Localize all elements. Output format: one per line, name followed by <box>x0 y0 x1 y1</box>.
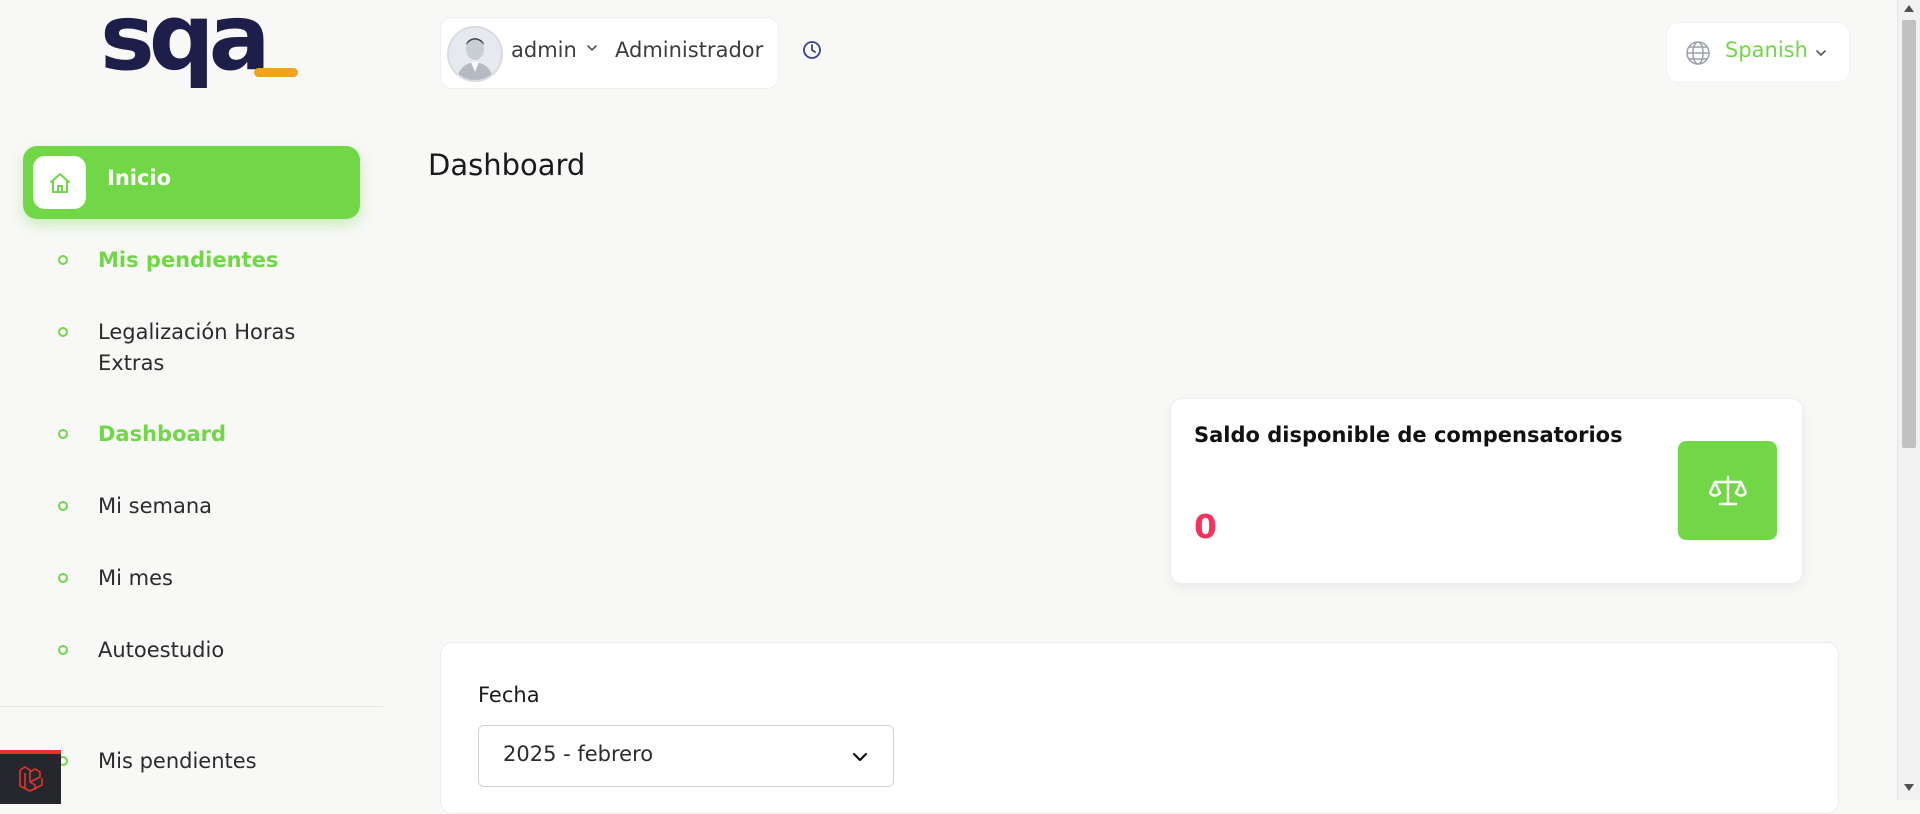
sidebar-item-label: Legalización Horas Extras <box>98 320 296 375</box>
bullet-dot <box>58 645 68 655</box>
sidebar-item-label: Inicio <box>107 166 172 190</box>
sidebar-divider <box>0 706 383 707</box>
chevron-down-icon <box>585 40 599 59</box>
sidebar-item-label: Mis pendientes <box>98 248 279 272</box>
scroll-thumb[interactable] <box>1902 20 1916 448</box>
globe-icon <box>1685 40 1711 70</box>
sidebar-item-label: Mis pendientes <box>98 749 257 773</box>
laravel-debugbar-icon[interactable] <box>0 750 61 804</box>
chevron-down-icon <box>851 748 869 770</box>
scroll-down-arrow-icon[interactable] <box>1904 784 1914 791</box>
bullet-dot <box>58 429 68 439</box>
page-scrollbar[interactable] <box>1897 0 1920 800</box>
sidebar-item-label: Mi mes <box>98 566 173 590</box>
filter-panel: Fecha 2025 - febrero <box>440 642 1839 814</box>
user-role: Administrador <box>615 38 764 62</box>
clock-icon[interactable] <box>802 40 822 64</box>
language-label: Spanish <box>1725 38 1808 62</box>
bullet-dot <box>58 501 68 511</box>
card-value: 0 <box>1194 507 1217 546</box>
avatar <box>447 26 503 82</box>
sidebar-item-label: Autoestudio <box>98 638 225 662</box>
balance-scale-icon <box>1678 441 1777 540</box>
bullet-dot <box>58 573 68 583</box>
date-select-value: 2025 - febrero <box>503 742 654 766</box>
page-title: Dashboard <box>428 148 586 182</box>
user-name: admin <box>511 38 577 62</box>
date-select[interactable]: 2025 - febrero <box>478 725 894 787</box>
chevron-down-icon <box>1814 45 1828 64</box>
compensatory-balance-card: Saldo disponible de compensatorios 0 <box>1170 398 1803 584</box>
logo-underscore <box>254 68 298 77</box>
home-icon <box>33 156 86 209</box>
scroll-up-arrow-icon[interactable] <box>1904 5 1914 12</box>
user-menu[interactable]: admin Administrador <box>440 17 779 89</box>
sidebar: sqa Inicio Mis pendientes Legalización H… <box>0 0 383 804</box>
date-filter-label: Fecha <box>478 683 540 707</box>
card-title: Saldo disponible de compensatorios <box>1194 423 1623 447</box>
language-selector[interactable]: Spanish <box>1666 22 1850 83</box>
sidebar-item-label: Mi semana <box>98 494 212 518</box>
sidebar-item-label: Dashboard <box>98 422 227 446</box>
sidebar-item-inicio[interactable]: Inicio <box>23 146 360 219</box>
logo-text: sqa <box>100 0 271 91</box>
bullet-dot <box>58 327 68 337</box>
bullet-dot <box>58 255 68 265</box>
sqa-logo[interactable]: sqa <box>100 0 300 116</box>
